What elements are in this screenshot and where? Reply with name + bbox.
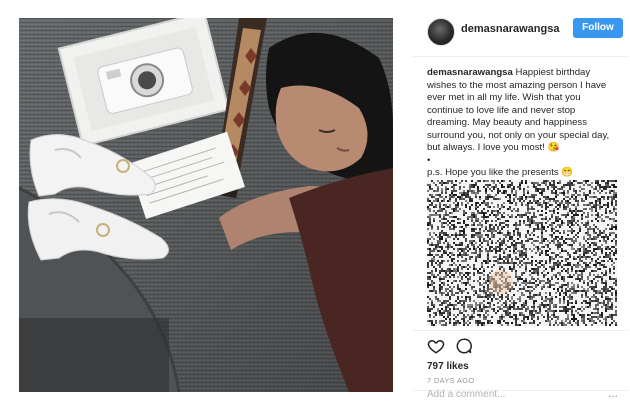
post-caption: demasnarawangsa Happiest birthday wishes… [427,67,617,180]
caption-line: surround you, not only on your special d… [427,129,610,141]
more-options-icon[interactable]: ... [608,387,618,399]
avatar[interactable] [427,18,455,46]
follow-button[interactable]: Follow [573,18,623,38]
caption-line: continue to love life and never stop [427,104,576,116]
caption-username[interactable]: demasnarawangsa [427,67,513,78]
header-divider [413,56,629,57]
caption-bullet: • [427,154,431,166]
pixelated-comments-area [427,180,617,326]
actions-divider [413,330,629,331]
heart-icon[interactable] [427,337,445,355]
post-photo[interactable] [19,18,393,392]
caption-line: but always. I love you most! 😘 [427,142,560,153]
post-header: demasnarawangsa Follow [427,18,623,58]
caption-line: Happiest birthday [512,67,591,78]
caption-line: p.s. Hope you like the presents 😁 [427,167,574,178]
caption-line: wishes to the most amazing person I have [427,79,607,91]
add-comment-input[interactable] [427,386,587,402]
instagram-post: demasnarawangsa Follow demasnarawangsa H… [19,18,629,392]
caption-line: dreaming. May beauty and happiness [427,117,587,128]
post-side-panel: demasnarawangsa Follow demasnarawangsa H… [413,18,629,392]
header-username[interactable]: demasnarawangsa [461,23,559,35]
likes-count[interactable]: 797 likes [427,361,469,372]
caption-line: ever met in all my life. Wish that you [427,92,581,103]
action-bar [427,337,487,355]
comment-bubble-icon[interactable] [455,337,473,355]
post-timestamp[interactable]: 7 DAYS AGO [427,376,474,385]
